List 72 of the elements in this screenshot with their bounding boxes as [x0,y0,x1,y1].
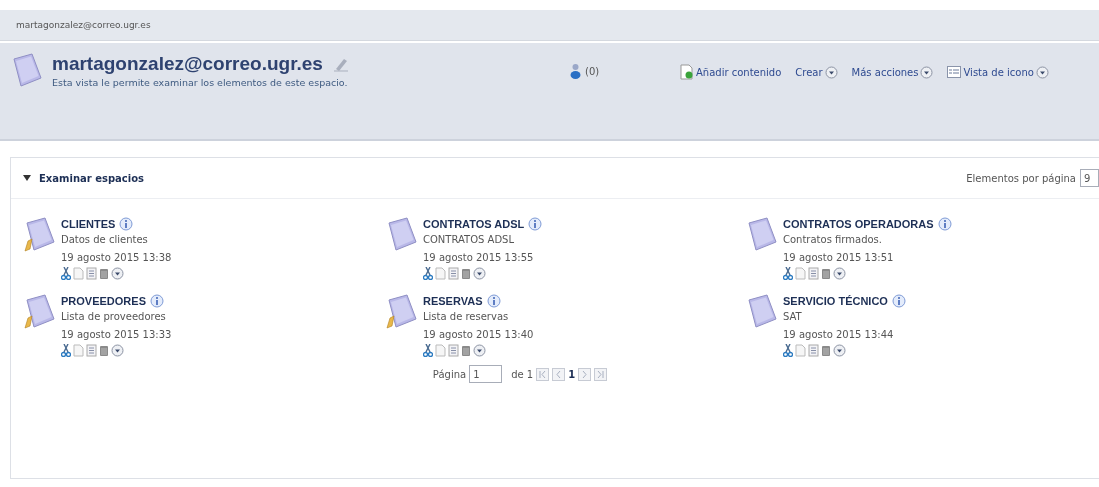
space-link[interactable]: CONTRATOS ADSL [423,218,525,230]
space-description: Datos de clientes [61,233,149,247]
space-link[interactable]: PROVEEDORES [61,295,146,307]
space-link[interactable]: RESERVAS [423,295,483,307]
action-menu-link[interactable]: Vista de icono [963,66,1034,78]
dropdown-icon[interactable] [824,65,838,79]
panel-title: Examinar espacios [39,172,144,184]
space-link[interactable]: SERVICIO TÉCNICO [783,295,888,307]
space-description: CONTRATOS ADSL [423,233,515,247]
action-menu-link[interactable]: Más acciones [851,66,919,78]
document-icon[interactable] [448,267,459,280]
more-actions-icon[interactable] [473,267,486,280]
collapse-arrow-icon[interactable] [23,174,31,182]
space-description: Contratos firmados. [783,233,883,247]
per-page-label: Elementos por página [966,172,1076,184]
space-title: martagonzalez@correo.ugr.es [52,53,323,75]
document-icon[interactable] [448,344,459,357]
space-date: 19 agosto 2015 13:55 [423,251,535,265]
info-icon[interactable] [891,294,906,308]
document-icon[interactable] [86,267,97,280]
trash-icon[interactable] [99,267,109,280]
more-actions-icon[interactable] [111,344,124,357]
dropdown-icon[interactable] [920,65,934,79]
action-menu-link[interactable]: Crear [795,66,823,78]
more-actions-icon[interactable] [833,267,846,280]
space-date: 19 agosto 2015 13:38 [61,251,172,265]
page-total: de 1 [511,368,534,380]
trash-icon[interactable] [461,344,471,357]
space-date: 19 agosto 2015 13:44 [783,328,895,342]
trash-icon[interactable] [821,344,831,357]
space-description: Lista de reservas [423,310,510,324]
page-field[interactable]: 1 [469,365,503,383]
breadcrumb[interactable]: martagonzalez@correo.ugr.es [16,20,151,30]
add-content-link[interactable]: Añadir contenido [696,66,782,78]
scissors-icon[interactable] [783,267,793,280]
trash-icon[interactable] [99,344,109,357]
view-list-icon [947,66,962,78]
info-icon[interactable] [486,294,501,308]
pencil-icon[interactable] [332,56,349,72]
space-date: 19 agosto 2015 13:51 [783,251,895,265]
space-description: Esta vista le permite examinar los elementos de este espacio. [52,77,349,88]
document-icon[interactable] [808,344,819,357]
more-actions-icon[interactable] [833,344,846,357]
more-actions-icon[interactable] [111,267,124,280]
space-description: SAT [783,310,803,324]
info-icon[interactable] [119,217,134,231]
scissors-icon[interactable] [61,267,71,280]
scissors-icon[interactable] [423,267,433,280]
scissors-icon[interactable] [783,344,793,357]
info-icon[interactable] [937,217,952,231]
info-icon[interactable] [528,217,543,231]
dropdown-icon[interactable] [1035,65,1049,79]
current-page[interactable]: 1 [568,368,576,380]
more-actions-icon[interactable] [473,344,486,357]
space-description: Lista de proveedores [61,310,167,324]
space-date: 19 agosto 2015 13:40 [423,328,534,342]
space-icon [10,53,44,89]
users-icon[interactable] [570,63,581,79]
user-count: (0) [585,65,600,77]
per-page-field[interactable]: 9 [1080,169,1099,187]
document-add-icon [680,64,694,80]
document-icon[interactable] [808,267,819,280]
space-link[interactable]: CLIENTES [61,218,116,230]
document-icon[interactable] [86,344,97,357]
trash-icon[interactable] [461,267,471,280]
space-link[interactable]: CONTRATOS OPERADORAS [783,218,934,230]
scissors-icon[interactable] [423,344,433,357]
info-icon[interactable] [149,294,164,308]
scissors-icon[interactable] [61,344,71,357]
page-label: Página [432,368,467,380]
space-date: 19 agosto 2015 13:33 [61,328,172,342]
trash-icon[interactable] [821,267,831,280]
